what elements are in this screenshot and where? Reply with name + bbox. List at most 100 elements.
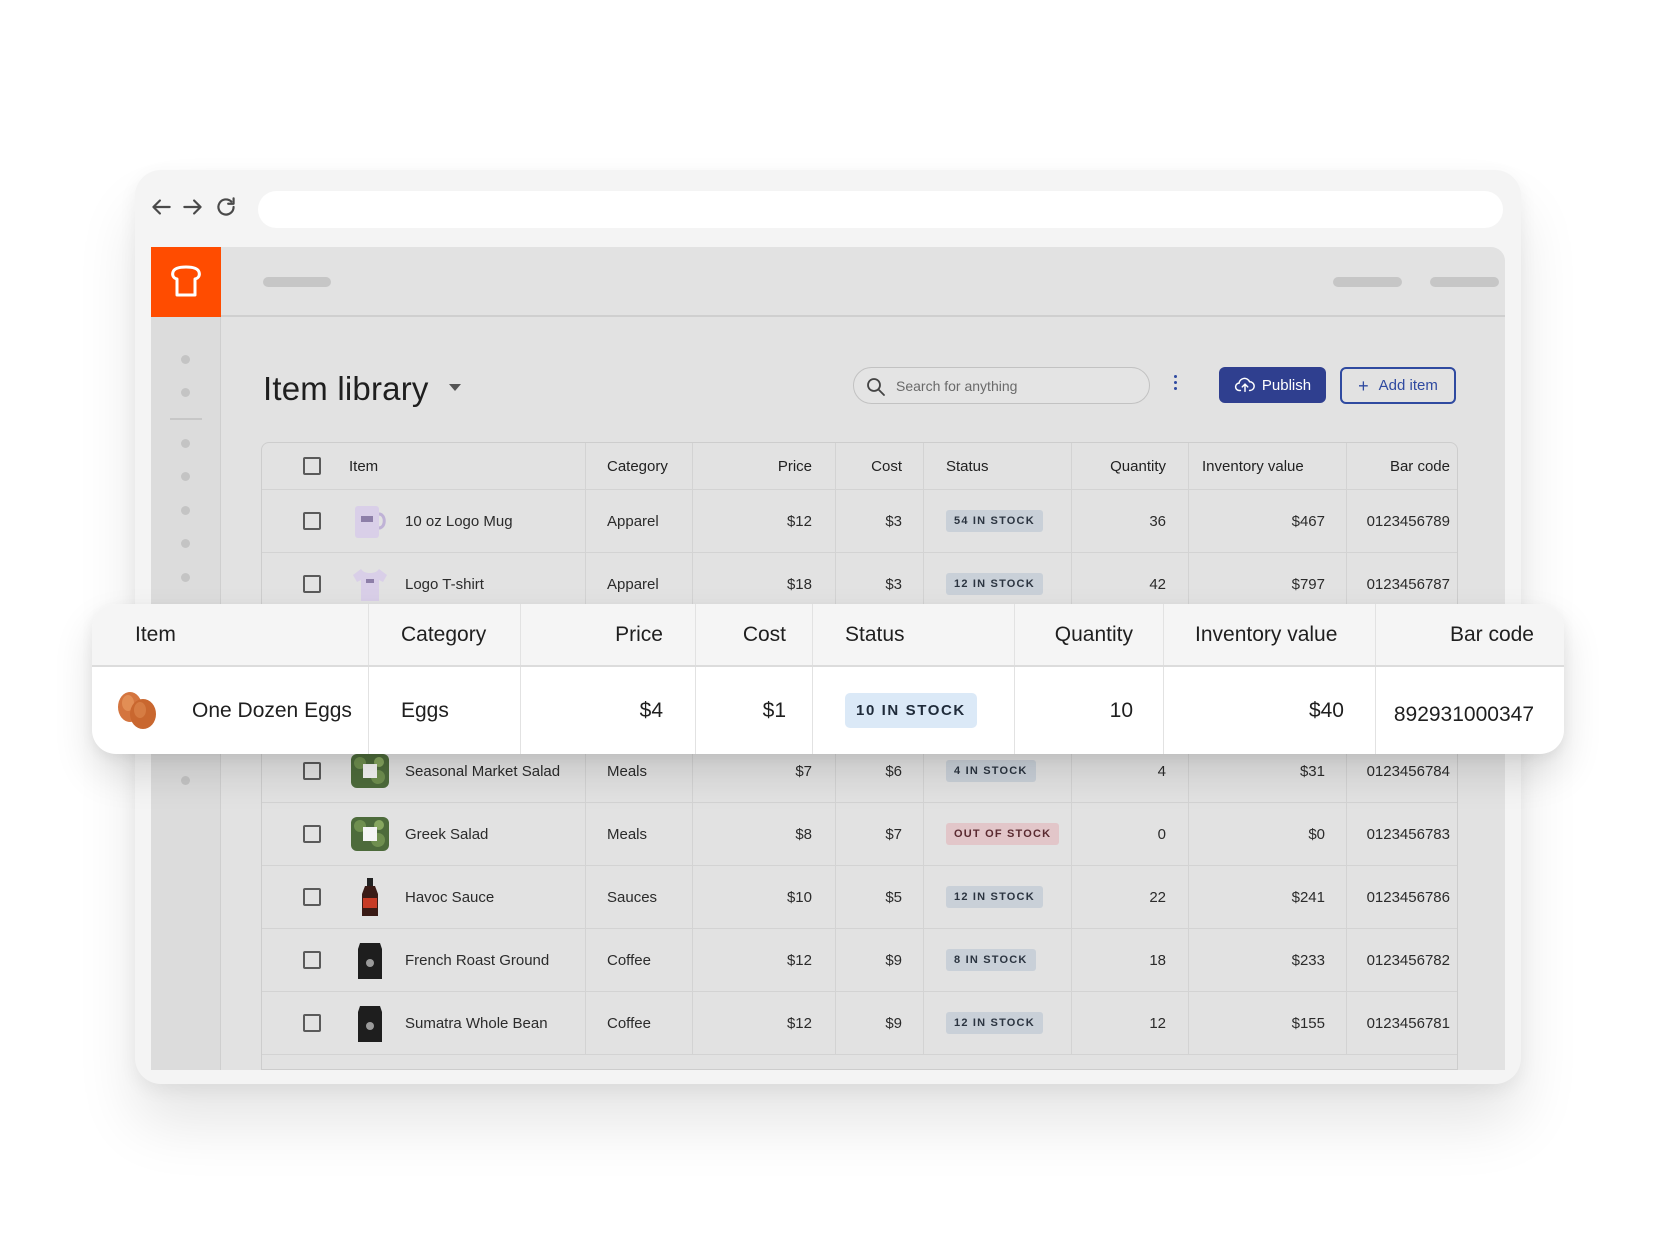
item-bar-code: 0123456783 (1366, 825, 1450, 843)
topbar-placeholder[interactable] (1333, 277, 1402, 287)
sidebar-item[interactable] (181, 506, 190, 515)
header-item[interactable]: Item (349, 443, 378, 489)
row-checkbox[interactable] (303, 575, 321, 593)
publish-button[interactable]: Publish (1219, 367, 1326, 403)
item-cost: $7 (885, 825, 902, 843)
item-cost: $5 (885, 888, 902, 906)
status-badge: 12 IN STOCK (946, 886, 1043, 908)
sidebar-divider (170, 418, 202, 420)
item-category: Sauces (607, 888, 658, 906)
item-quantity: 12 (1149, 1014, 1166, 1032)
row-checkbox[interactable] (303, 951, 321, 969)
status-badge: 12 IN STOCK (946, 1012, 1043, 1034)
item-category: Coffee (607, 951, 651, 969)
row-checkbox[interactable] (303, 512, 321, 530)
table-row[interactable]: 10 oz Logo Mug Apparel $12 $3 54 IN STOCK 36 $… (262, 490, 1457, 553)
reload-icon[interactable] (213, 194, 239, 220)
table-row[interactable]: Sumatra Whole Bean Coffee $12 $9 12 IN STOCK… (262, 992, 1457, 1055)
sidebar-item[interactable] (181, 472, 190, 481)
sidebar-item[interactable] (181, 388, 190, 397)
status-badge: 12 IN STOCK (946, 573, 1043, 595)
row-checkbox[interactable] (303, 762, 321, 780)
address-bar[interactable] (258, 191, 1503, 228)
add-item-button[interactable]: + Add item (1340, 367, 1456, 404)
more-options-icon[interactable] (1171, 375, 1179, 395)
item-bar-code: 0123456781 (1366, 1014, 1450, 1032)
publish-button-label: Publish (1261, 376, 1312, 394)
header-bar-code[interactable]: Bar code (1346, 443, 1450, 489)
card-header-item: Item (135, 622, 176, 646)
forward-arrow-icon[interactable] (180, 194, 206, 220)
topbar-placeholder[interactable] (1430, 277, 1499, 287)
sidebar-item[interactable] (181, 573, 190, 582)
card-item-category: Eggs (401, 698, 449, 722)
item-inventory-value: $0 (1308, 825, 1325, 843)
table-row[interactable]: Greek Salad Meals $8 $7 OUT OF STOCK 0 $0 01234… (262, 803, 1457, 866)
header-quantity[interactable]: Quantity (1071, 443, 1166, 489)
item-thumbnail (349, 563, 391, 605)
item-cost: $3 (885, 512, 902, 530)
header-inventory-value[interactable]: Inventory value (1202, 443, 1304, 489)
item-inventory-value: $233 (1291, 951, 1325, 969)
header-category[interactable]: Category (607, 443, 668, 489)
item-thumbnail (349, 813, 391, 855)
card-item-row[interactable]: One Dozen Eggs Eggs $4 $1 10 IN STOCK 10… (92, 667, 1564, 754)
item-thumbnail (349, 750, 391, 792)
item-quantity: 18 (1149, 951, 1166, 969)
top-bar (221, 247, 1505, 317)
item-name[interactable]: 10 oz Logo Mug (405, 490, 513, 552)
item-price: $12 (786, 1014, 812, 1032)
sidebar-item[interactable] (181, 539, 190, 548)
item-quantity: 0 (1157, 825, 1166, 843)
status-badge: OUT OF STOCK (946, 823, 1060, 845)
item-bar-code: 0123456789 (1366, 512, 1450, 530)
eggs-thumbnail (118, 692, 156, 729)
search-box[interactable] (853, 367, 1150, 404)
item-name[interactable]: Greek Salad (405, 803, 488, 865)
toast-logo-icon[interactable] (151, 247, 221, 317)
table-row[interactable]: French Roast Ground Coffee $12 $9 8 IN STOCK… (262, 929, 1457, 992)
item-name[interactable]: Havoc Sauce (405, 866, 494, 928)
topbar-placeholder (263, 277, 331, 287)
item-category: Coffee (607, 1014, 651, 1032)
card-header-status: Status (845, 622, 905, 646)
title-dropdown-icon[interactable] (449, 384, 461, 391)
card-header-category: Category (401, 622, 487, 646)
sidebar-item[interactable] (181, 439, 190, 448)
item-cost: $9 (885, 951, 902, 969)
card-header-price: Price (615, 622, 663, 646)
item-category: Apparel (607, 512, 659, 530)
page-title: Item library (263, 370, 429, 407)
item-inventory-value: $467 (1291, 512, 1325, 530)
select-all-checkbox[interactable] (303, 457, 321, 475)
header-status[interactable]: Status (946, 443, 989, 489)
card-item-cost: $1 (762, 698, 786, 722)
item-name[interactable]: Sumatra Whole Bean (405, 992, 548, 1054)
sidebar-item[interactable] (181, 355, 190, 364)
plus-icon: + (1358, 375, 1369, 396)
table-header-row: Item Category Price Cost Status Quantity… (262, 443, 1457, 490)
row-checkbox[interactable] (303, 1014, 321, 1032)
item-price: $8 (795, 825, 812, 843)
card-header-row: Item Category Price Cost Status Quantity… (92, 604, 1564, 667)
item-thumbnail (349, 876, 391, 918)
item-price: $12 (786, 512, 812, 530)
item-quantity: 22 (1149, 888, 1166, 906)
item-name[interactable]: French Roast Ground (405, 929, 549, 991)
item-bar-code: 0123456786 (1366, 888, 1450, 906)
header-cost[interactable]: Cost (835, 443, 902, 489)
table-row[interactable]: Havoc Sauce Sauces $10 $5 12 IN STOCK 22 $241 0… (262, 866, 1457, 929)
row-checkbox[interactable] (303, 825, 321, 843)
highlighted-item-card: Item Category Price Cost Status Quantity… (92, 604, 1564, 754)
card-status-badge: 10 IN STOCK (845, 693, 977, 728)
card-item-name: One Dozen Eggs (192, 698, 352, 722)
row-checkbox[interactable] (303, 888, 321, 906)
card-item-quantity: 10 (1109, 698, 1133, 722)
sidebar-item[interactable] (181, 776, 190, 785)
search-input[interactable] (896, 368, 1136, 403)
back-arrow-icon[interactable] (148, 194, 174, 220)
item-category: Meals (607, 825, 648, 843)
status-badge: 8 IN STOCK (946, 949, 1036, 971)
search-icon (867, 378, 885, 396)
header-price[interactable]: Price (692, 443, 812, 489)
